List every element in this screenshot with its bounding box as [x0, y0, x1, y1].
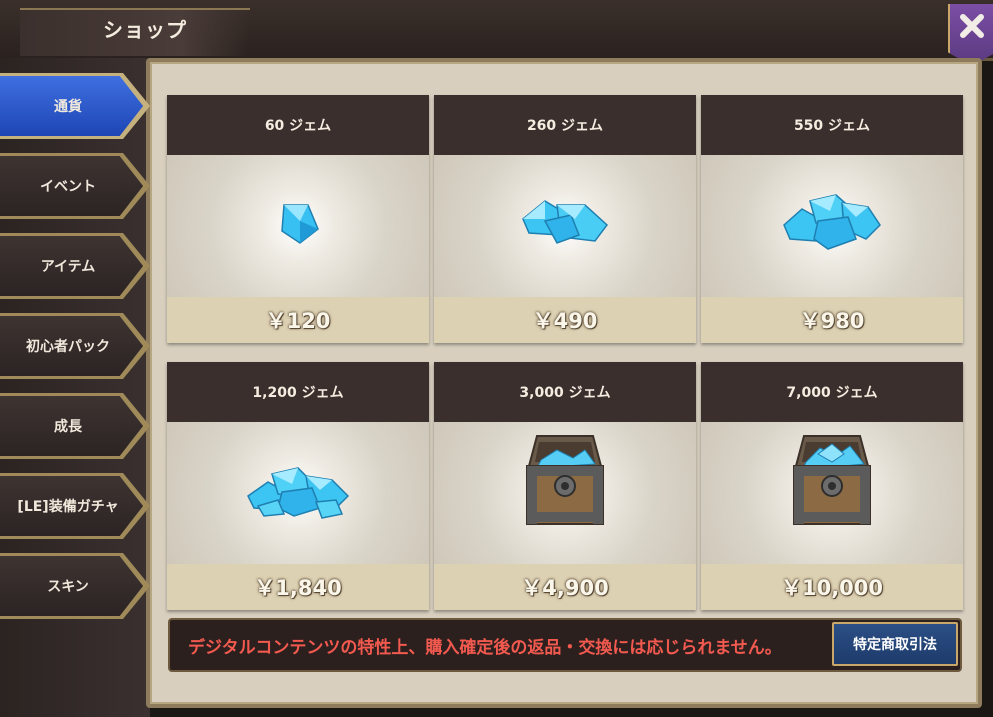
gem-chest-icon — [526, 435, 604, 525]
tab-currency[interactable]: 通貨 — [0, 73, 150, 139]
tab-label: 初心者パック — [26, 339, 110, 355]
product-price: ￥120 — [265, 309, 331, 333]
product-art — [167, 155, 429, 297]
product-card[interactable]: 550 ジェム ￥980 — [701, 95, 963, 343]
tab-item[interactable]: アイテム — [0, 233, 150, 299]
gem-large-pile-icon — [247, 467, 350, 519]
notice-text: デジタルコンテンツの特性上、購入確定後の返品・交換には応じられません。 — [188, 637, 782, 658]
tab-le-equipment-gacha[interactable]: [LE]装備ガチャ — [0, 473, 150, 539]
product-art — [434, 422, 696, 564]
gem-small-pile-icon — [522, 200, 609, 244]
tab-skin[interactable]: スキン — [0, 553, 150, 619]
tab-label: 通貨 — [54, 99, 82, 115]
gem-pile-icon — [783, 194, 881, 250]
product-art — [701, 422, 963, 564]
product-price: ￥980 — [799, 309, 865, 333]
product-price: ￥4,900 — [521, 576, 609, 600]
gem-chest-icon — [793, 435, 871, 525]
legal-info-button[interactable]: 特定商取引法 — [832, 622, 958, 666]
tab-label: アイテム — [40, 259, 96, 275]
product-card[interactable]: 3,000 ジェム ￥4,900 — [434, 362, 696, 610]
product-name: 550 ジェム — [701, 95, 963, 155]
product-name: 3,000 ジェム — [434, 362, 696, 422]
product-name: 1,200 ジェム — [167, 362, 429, 422]
product-price: ￥10,000 — [780, 576, 884, 600]
product-name: 260 ジェム — [434, 95, 696, 155]
product-art — [167, 422, 429, 564]
product-price: ￥490 — [532, 309, 598, 333]
tab-event[interactable]: イベント — [0, 153, 150, 219]
product-card[interactable]: 1,200 ジェム ￥1,840 — [167, 362, 429, 610]
gem-single-icon — [281, 204, 319, 244]
tab-label: [LE]装備ガチャ — [17, 499, 119, 515]
product-art — [701, 155, 963, 297]
tab-label: スキン — [47, 579, 89, 595]
tab-beginner-pack[interactable]: 初心者パック — [0, 313, 150, 379]
product-name: 7,000 ジェム — [701, 362, 963, 422]
close-icon — [960, 14, 984, 38]
tab-label: 成長 — [54, 419, 82, 435]
page-title: ショップ — [103, 18, 187, 42]
product-card[interactable]: 60 ジェム ￥120 — [167, 95, 429, 343]
tab-label: イベント — [40, 179, 96, 195]
product-name: 60 ジェム — [167, 95, 429, 155]
product-card[interactable]: 7,000 ジェム ￥10,000 — [701, 362, 963, 610]
product-card[interactable]: 260 ジェム ￥490 — [434, 95, 696, 343]
product-art — [434, 155, 696, 297]
product-price: ￥1,840 — [254, 576, 342, 600]
tab-growth[interactable]: 成長 — [0, 393, 150, 459]
